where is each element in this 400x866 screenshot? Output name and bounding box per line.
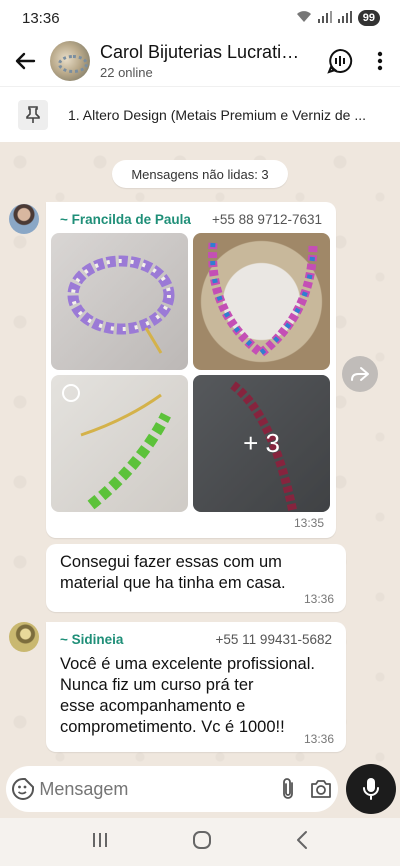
arrow-left-icon — [15, 52, 36, 70]
message-text: Consegui fazer essas com um material que… — [60, 553, 286, 592]
status-icons: 99 — [296, 10, 380, 27]
avatar[interactable] — [9, 204, 39, 234]
more-photos-count: + 3 — [243, 428, 280, 458]
voice-chat-icon — [327, 48, 353, 74]
necklace-image — [208, 242, 318, 359]
sender-phone: +55 11 99431-5682 — [215, 632, 332, 647]
sticker-icon — [11, 778, 34, 800]
avatar[interactable] — [9, 622, 39, 652]
photo-thumbnail[interactable] — [51, 233, 188, 370]
recents-button[interactable] — [91, 831, 109, 854]
sticker-button[interactable] — [6, 766, 39, 812]
sender-row: ~ Sidineia +55 11 99431-5682 — [60, 632, 332, 647]
wifi-icon — [296, 10, 312, 27]
forward-button[interactable] — [342, 356, 378, 392]
signal-icon-2 — [337, 10, 352, 27]
battery-indicator: 99 — [357, 10, 380, 26]
photo-thumbnail[interactable] — [193, 233, 330, 370]
message-time: 13:36 — [303, 592, 334, 606]
status-time: 13:36 — [22, 9, 60, 27]
composer-area — [0, 764, 400, 818]
unread-messages-label: Mensagens não lidas: 3 — [112, 160, 288, 188]
signal-icon — [317, 10, 332, 27]
photo-thumbnail[interactable] — [51, 375, 188, 512]
chevron-left-icon — [296, 830, 307, 849]
back-nav-button[interactable] — [295, 830, 309, 855]
system-navigation-bar — [0, 818, 400, 866]
sender-phone: +55 88 9712-7631 — [212, 212, 322, 227]
group-avatar[interactable] — [50, 41, 90, 81]
message-text: Você é uma excelente profissional. Nunca… — [60, 655, 315, 736]
chat-header: Carol Bijuterias Lucrativ... 22 online — [0, 36, 400, 86]
sender-row: ~ Francilda de Paula +55 88 9712-7631 — [60, 212, 322, 227]
more-options-button[interactable] — [360, 36, 400, 86]
group-info[interactable]: Carol Bijuterias Lucrativ... 22 online — [100, 42, 320, 80]
media-message-bubble[interactable]: ~ Francilda de Paula +55 88 9712-7631 + … — [46, 202, 336, 538]
group-name: Carol Bijuterias Lucrativ... — [100, 42, 300, 62]
message-time: 13:35 — [293, 516, 324, 530]
text-message-bubble[interactable]: ~ Sidineia +55 11 99431-5682 Você é uma … — [46, 622, 346, 752]
recents-icon — [93, 832, 108, 847]
home-button[interactable] — [192, 830, 212, 855]
attach-button[interactable] — [271, 766, 304, 812]
voice-chat-button[interactable] — [320, 36, 360, 86]
chat-area: Mensagens não lidas: 3 ~ Francilda de Pa… — [0, 142, 400, 766]
status-bar: 13:36 99 — [0, 0, 400, 36]
voice-message-button[interactable] — [346, 764, 396, 814]
message-time: 13:36 — [303, 732, 334, 746]
pinned-message-bar[interactable]: 1. Altero Design (Metais Premium e Verni… — [0, 86, 400, 142]
composer — [6, 766, 338, 812]
back-button[interactable] — [0, 36, 50, 86]
online-count: 22 online — [100, 65, 153, 80]
paperclip-icon — [283, 778, 293, 799]
camera-button[interactable] — [305, 766, 338, 812]
camera-icon — [311, 780, 332, 798]
more-vertical-icon — [377, 51, 383, 71]
green-bracelet-image — [62, 384, 171, 510]
home-icon — [192, 830, 211, 849]
sender-name[interactable]: ~ Francilda de Paula — [60, 212, 191, 227]
microphone-icon — [363, 778, 379, 800]
message-input[interactable] — [39, 778, 272, 800]
text-message-bubble[interactable]: Consegui fazer essas com um material que… — [46, 544, 346, 612]
sender-name[interactable]: ~ Sidineia — [60, 632, 123, 647]
more-photos-overlay: + 3 — [193, 375, 330, 512]
bracelet-image — [67, 255, 175, 354]
photo-thumbnail-more[interactable]: + 3 — [193, 375, 330, 512]
pin-icon — [18, 99, 48, 130]
pinned-message-text: 1. Altero Design (Metais Premium e Verni… — [68, 106, 367, 123]
forward-icon — [351, 367, 369, 381]
